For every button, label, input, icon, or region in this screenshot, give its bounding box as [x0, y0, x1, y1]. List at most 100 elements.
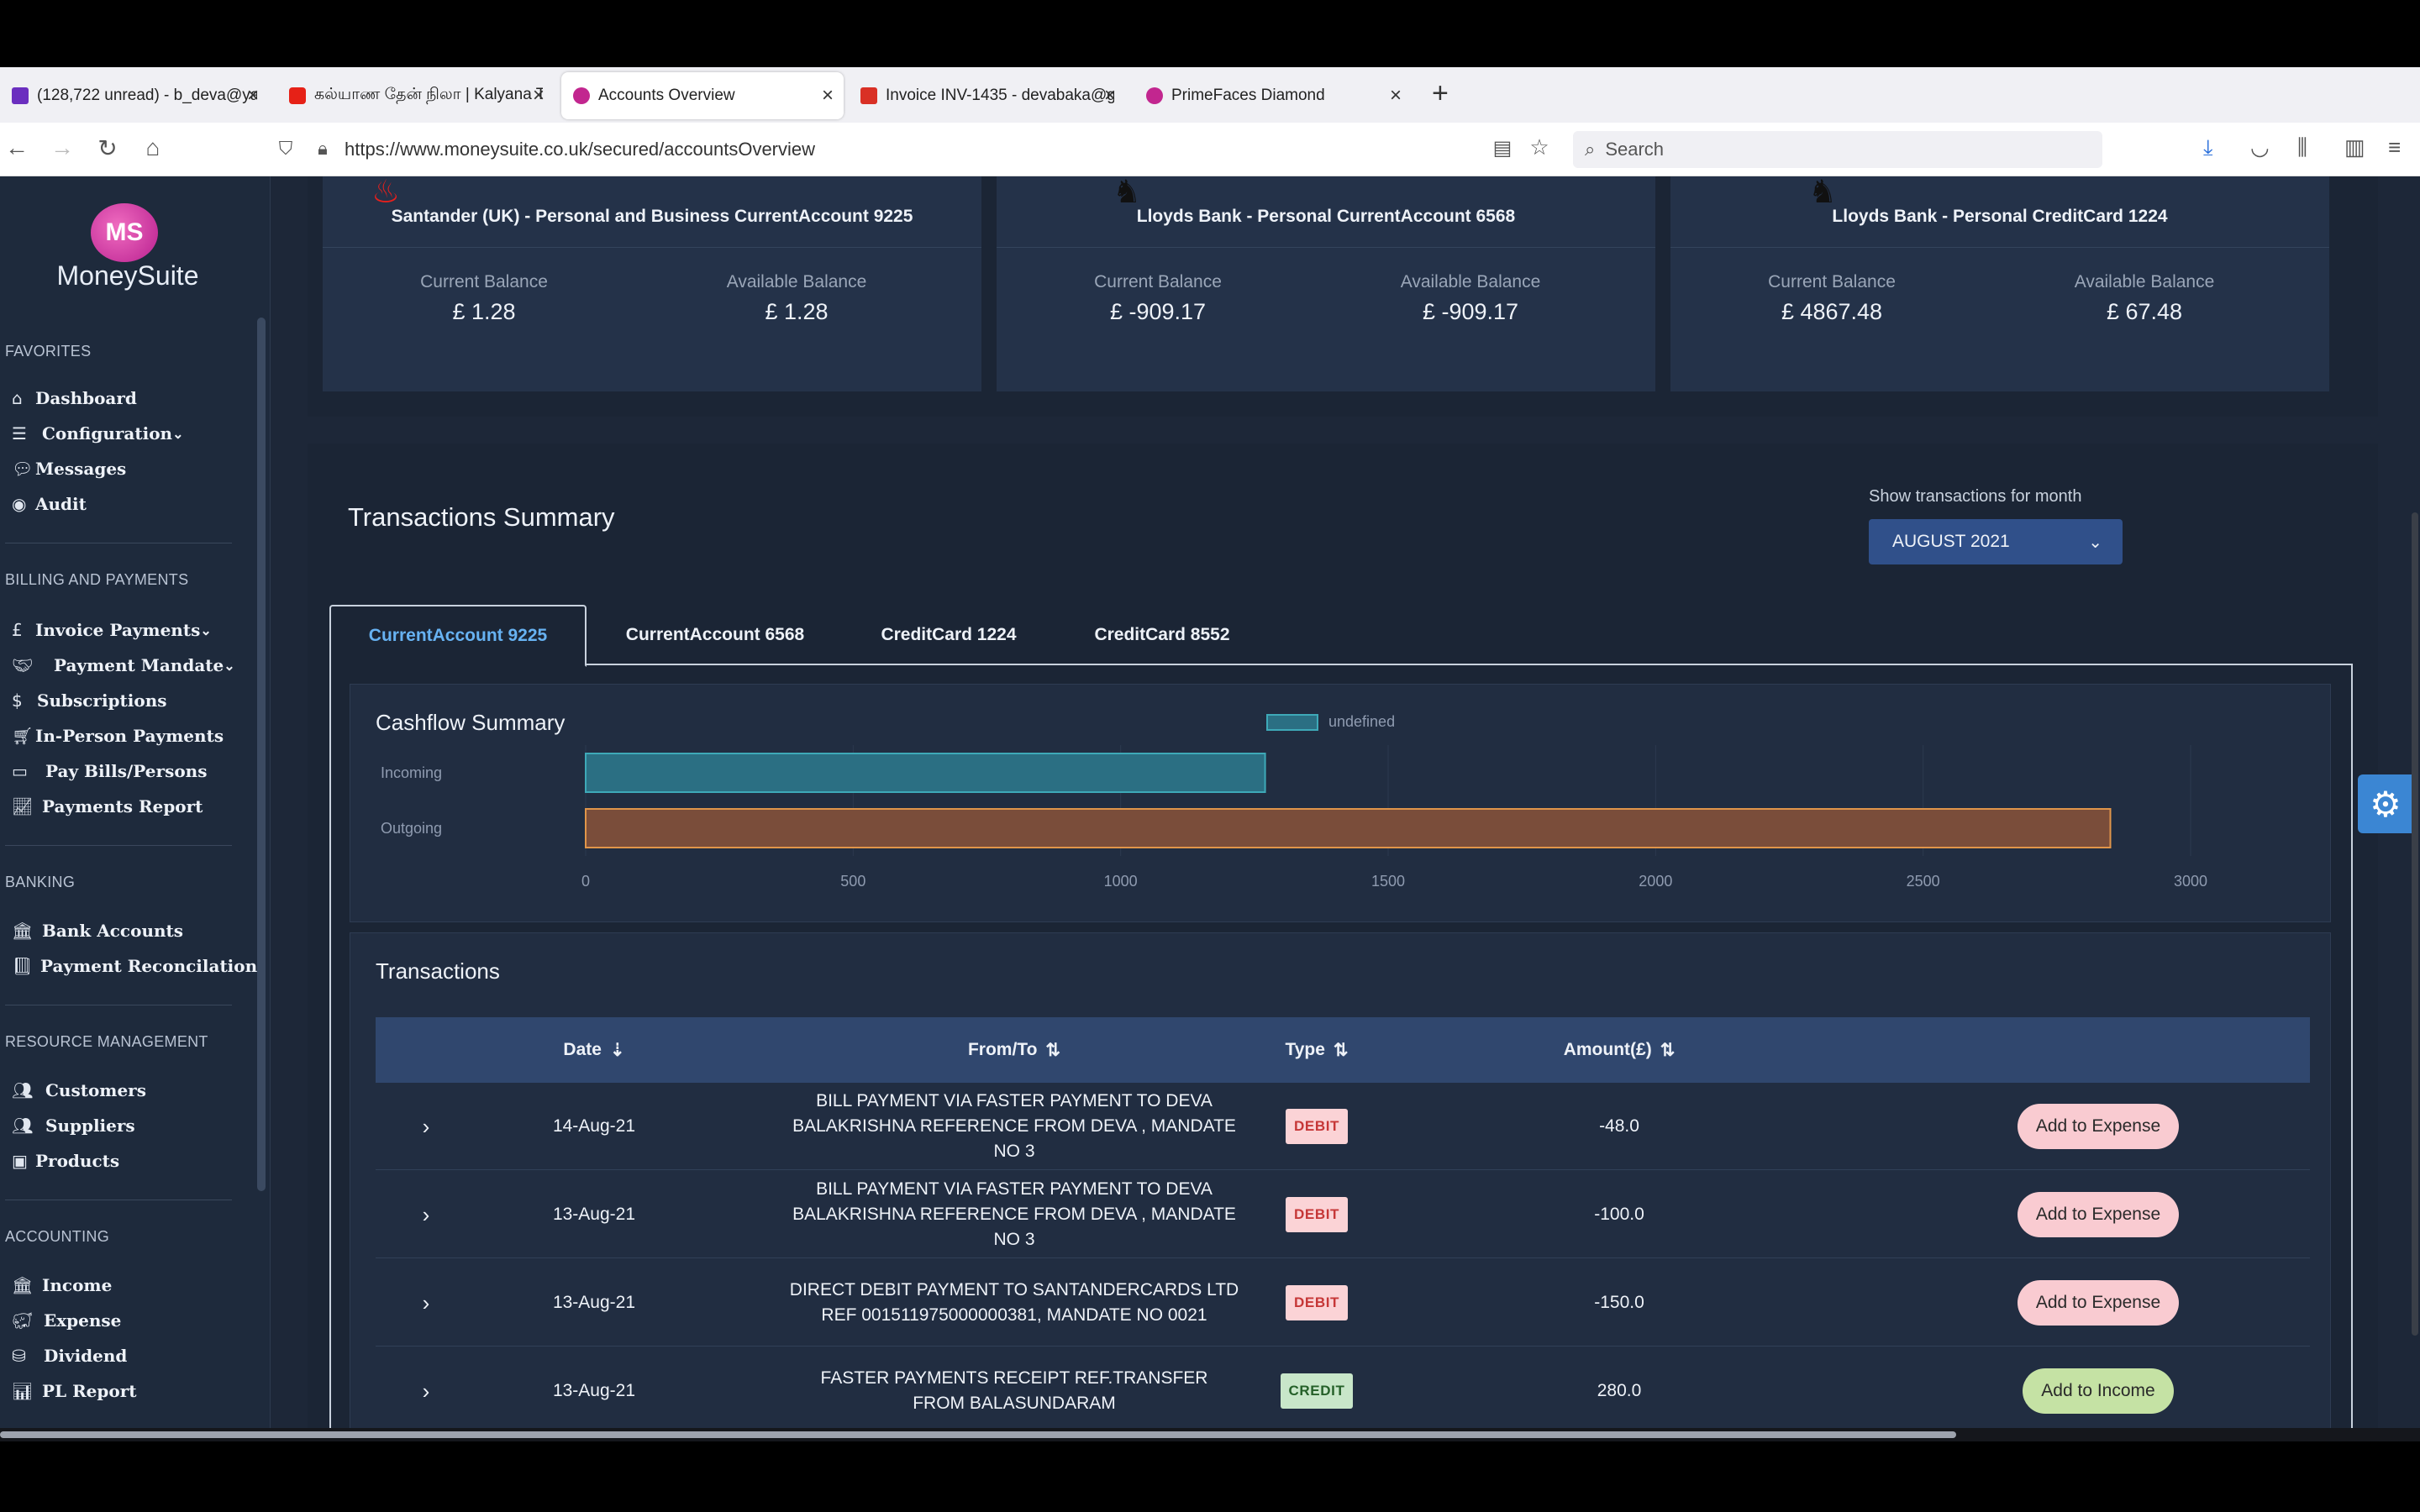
browser-tab-mail[interactable]: (128,722 unread) - b_deva@yah ×: [0, 72, 269, 119]
add-to-expense-button[interactable]: Add to Expense: [2017, 1104, 2180, 1149]
account-card[interactable]: ♨ Santander (UK) - Personal and Business…: [323, 176, 981, 391]
sort-icon: ⇅: [1045, 1040, 1061, 1060]
bar-outgoing[interactable]: [585, 808, 2112, 848]
account-card[interactable]: ♞ Lloyds Bank - Personal CurrentAccount …: [997, 176, 1655, 391]
sidebar-item-dividend[interactable]: ⛁ Dividend: [12, 1346, 127, 1366]
sidebar-scrollbar[interactable]: [257, 318, 266, 1191]
scrollbar-thumb[interactable]: [0, 1431, 1956, 1438]
close-icon[interactable]: ×: [533, 84, 544, 108]
menu-icon[interactable]: ≡: [2388, 134, 2401, 160]
sidebar-item-pay-bills[interactable]: ▭ Pay Bills/Persons: [12, 761, 207, 781]
reader-view-icon[interactable]: ▤: [1487, 136, 1518, 160]
row-expander-chevron-icon[interactable]: ›: [392, 1347, 460, 1435]
column-header-date[interactable]: Date ⇣: [502, 1017, 687, 1083]
reload-icon[interactable]: ↻: [92, 134, 123, 162]
sidebar-item-payments-report[interactable]: 📈︎ Payments Report: [12, 796, 203, 816]
close-icon[interactable]: ×: [1104, 84, 1116, 108]
horizontal-scrollbar[interactable]: [0, 1428, 2420, 1441]
balance-value: £ -909.17: [1109, 299, 1207, 324]
sidebar-item-customers[interactable]: 👥︎ Customers: [12, 1080, 146, 1100]
cell-date: 13-Aug-21: [552, 1381, 636, 1400]
account-cards: ♨ Santander (UK) - Personal and Business…: [308, 176, 2378, 417]
sidebar-item-messages[interactable]: 💬︎ Messages: [12, 459, 126, 479]
cashflow-summary-card: Cashflow Summary undefined 0 500 1000 1500 2…: [350, 684, 2331, 922]
balance-value: £ 1.28: [452, 299, 516, 324]
add-to-expense-button[interactable]: Add to Expense: [2017, 1192, 2180, 1237]
sidebar-item-audit[interactable]: ◉ Audit: [12, 494, 87, 514]
sidebar-item-payment-mandate[interactable]: 🤝︎ Payment Mandate ⌄: [12, 655, 235, 675]
row-expander-chevron-icon[interactable]: ›: [392, 1083, 460, 1170]
sidebar-item-label: Payments Report: [42, 796, 203, 816]
browser-tab-accounts-overview[interactable]: Accounts Overview ×: [561, 72, 844, 119]
browser-tab-gmail[interactable]: Invoice INV-1435 - devabaka@g ×: [849, 72, 1126, 119]
column-label: Date: [563, 1040, 602, 1059]
cell-date: 13-Aug-21: [552, 1293, 636, 1312]
row-expander-chevron-icon[interactable]: ›: [392, 1259, 460, 1347]
column-header-type[interactable]: Type ⇅: [1233, 1017, 1401, 1083]
book-icon: 📕︎: [12, 956, 34, 976]
sidebar-item-suppliers[interactable]: 👥︎ Suppliers: [12, 1116, 135, 1136]
add-to-income-button[interactable]: Add to Income: [2023, 1368, 2174, 1414]
table-row[interactable]: › 14-Aug-21 BILL PAYMENT VIA FASTER PAYM…: [376, 1083, 2310, 1170]
close-icon[interactable]: ×: [822, 84, 834, 108]
pocket-icon[interactable]: ◡: [2250, 134, 2270, 160]
sidebar-item-subscriptions[interactable]: $ Subscriptions: [12, 690, 167, 711]
column-header-amount[interactable]: Amount(£) ⇅: [1493, 1017, 1745, 1083]
table-row[interactable]: › 13-Aug-21 BILL PAYMENT VIA FASTER PAYM…: [376, 1171, 2310, 1258]
chart-line-icon: 📈︎: [12, 796, 34, 816]
sidebar-item-label: Payment Mandate: [54, 655, 224, 675]
sidebar-item-invoice-payments[interactable]: £ Invoice Payments ⌄: [12, 620, 212, 640]
table-row[interactable]: › 13-Aug-21 DIRECT DEBIT PAYMENT TO SANT…: [376, 1259, 2310, 1347]
sidebar-item-payment-reconcilation[interactable]: 📕︎ Payment Reconcilation: [12, 956, 257, 976]
cell-date: 14-Aug-21: [552, 1116, 636, 1136]
month-select[interactable]: AUGUST 2021 ⌄: [1869, 519, 2123, 564]
sidebar-toggle-icon[interactable]: ▥: [2344, 134, 2365, 160]
santander-flame-icon: ♨: [371, 176, 401, 210]
page-scrollbar[interactable]: [2412, 512, 2418, 1336]
browser-tab-youtube[interactable]: கல்யாண தேன் நிலா | Kalyana The ×: [277, 72, 555, 119]
library-icon[interactable]: ⫼: [2297, 134, 2307, 161]
shield-icon[interactable]: ⛉: [271, 138, 301, 160]
sidebar-item-label: Audit: [35, 494, 87, 514]
sidebar-item-in-person-payments[interactable]: 🛒︎ In-Person Payments: [12, 726, 224, 746]
table-row[interactable]: › 13-Aug-21 FASTER PAYMENTS RECEIPT REF.…: [376, 1347, 2310, 1435]
bookmark-star-icon[interactable]: ☆: [1524, 134, 1555, 160]
lock-icon[interactable]: 🔒︎: [308, 138, 338, 160]
sidebar-item-products[interactable]: ▣ Products: [12, 1151, 119, 1171]
sidebar-heading-billing: BILLING AND PAYMENTS: [5, 571, 189, 588]
app-title[interactable]: MoneySuite: [0, 260, 255, 291]
settings-gear-icon[interactable]: ⚙: [2358, 774, 2413, 833]
sidebar-item-bank-accounts[interactable]: 🏛︎ Bank Accounts: [12, 921, 183, 941]
sidebar-item-label: Customers: [45, 1080, 146, 1100]
sidebar-item-expense[interactable]: 🐖︎ Expense: [12, 1310, 121, 1331]
row-expander-chevron-icon[interactable]: ›: [392, 1171, 460, 1258]
tab-currentaccount-6568[interactable]: CurrentAccount 6568: [587, 605, 844, 665]
add-to-expense-button[interactable]: Add to Expense: [2017, 1280, 2180, 1326]
back-icon[interactable]: ←: [2, 134, 32, 161]
browser-tab-primefaces[interactable]: PrimeFaces Diamond ×: [1134, 72, 1412, 119]
download-icon[interactable]: ⤓: [2203, 134, 2213, 161]
tab-creditcard-1224[interactable]: CreditCard 1224: [844, 605, 1054, 665]
bank-icon: 🏛︎: [12, 921, 34, 941]
search-icon: ⌕: [1585, 139, 1596, 160]
close-icon[interactable]: ×: [247, 84, 259, 108]
home-icon[interactable]: ⌂: [138, 134, 168, 161]
url-bar[interactable]: https://www.moneysuite.co.uk/secured/acc…: [345, 131, 1462, 168]
tab-label: Accounts Overview: [598, 87, 735, 104]
account-card[interactable]: ♞ Lloyds Bank - Personal CreditCard 1224…: [1670, 176, 2329, 391]
close-icon[interactable]: ×: [1390, 84, 1402, 108]
search-input[interactable]: ⌕ Search: [1573, 131, 2102, 168]
column-header-from-to[interactable]: From/To ⇅: [813, 1017, 1216, 1083]
sidebar-item-income[interactable]: 🏛︎ Income: [12, 1275, 112, 1295]
bar-incoming[interactable]: [585, 753, 1266, 793]
new-tab-button[interactable]: +: [1432, 77, 1449, 110]
sidebar-item-configuration[interactable]: ☰ Configuration ⌄: [12, 423, 183, 444]
sidebar-item-dashboard[interactable]: ⌂ Dashboard: [12, 388, 137, 408]
tab-creditcard-8552[interactable]: CreditCard 8552: [1054, 605, 1270, 665]
forward-icon[interactable]: →: [47, 134, 77, 161]
sidebar-item-pl-report[interactable]: 📊︎ PL Report: [12, 1381, 137, 1401]
tab-currentaccount-9225[interactable]: CurrentAccount 9225: [329, 605, 587, 667]
cell-type: CREDIT: [1233, 1347, 1401, 1435]
transactions-summary-panel: Transactions Summary Show transactions f…: [308, 444, 2378, 1441]
cell-amount: -48.0: [1599, 1116, 1639, 1136]
